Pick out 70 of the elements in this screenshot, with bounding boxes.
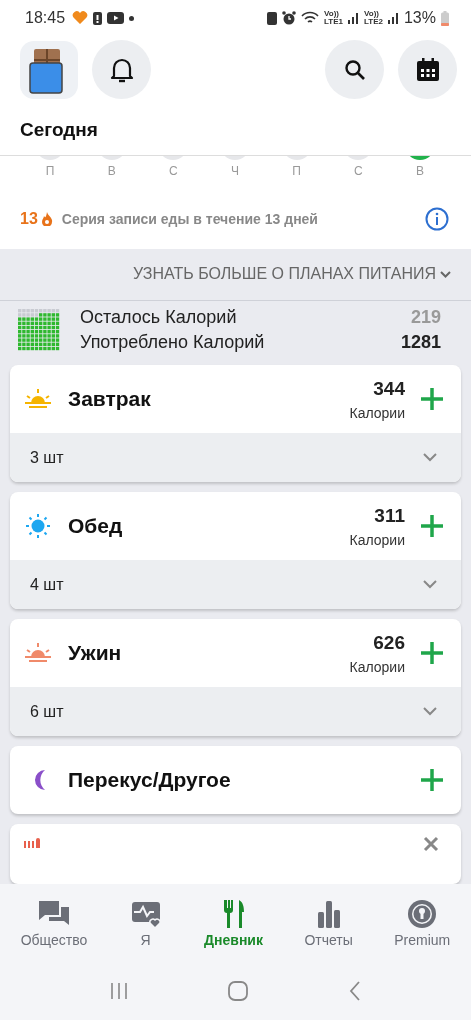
weekday-tab[interactable]: П [266,156,327,189]
recent-apps-icon[interactable] [109,981,130,1001]
status-time: 18:45 [25,9,66,27]
nav-tab[interactable]: Я [128,898,163,948]
weekday-tab[interactable]: В [81,156,142,189]
remaining-value: 219 [410,306,441,328]
chevron-icon [423,580,437,589]
meal-calories: 626 [373,631,405,654]
heart-icon [72,11,89,25]
nav-tab[interactable]: Общество [20,898,88,948]
meal-plans-link[interactable]: УЗНАТЬ БОЛЬШЕ О ПЛАНАХ ПИТАНИЯ [0,249,471,301]
remaining-label: Осталось Калорий [80,306,237,328]
sunrise-icon [24,387,52,411]
battery-level: 13% [403,9,436,27]
flame-icon [40,212,53,226]
sunrise-icon [24,641,52,665]
chevron-icon [423,707,437,716]
calendar-icon [415,57,440,82]
video-icon [107,12,125,24]
caret-icon [440,270,451,278]
plus-icon [420,768,444,792]
plus-icon [420,641,444,665]
calories-unit: Калории [349,531,405,548]
meal-title: Ужин [68,641,122,665]
meal-items-toggle[interactable]: 4 шт [10,560,461,609]
network-label: Vo)) LTE1 [324,10,343,26]
info-icon[interactable] [425,207,449,231]
avatar-icon[interactable] [20,40,78,99]
weekday-tab[interactable]: С [143,156,204,189]
dot-icon [129,15,135,21]
chevron-icon [423,453,437,462]
sim-icon [267,11,278,25]
meal-calories: 311 [374,504,405,527]
battery-icon [441,10,449,26]
plus-icon [420,514,444,538]
nav-tab[interactable]: Отчеты [304,898,353,948]
bell-icon [109,56,134,83]
moon-icon [34,769,46,791]
signal-icon [387,12,399,24]
page-title: Сегодня [20,119,99,141]
meal-title: Перекус/Другое [68,768,231,792]
weekday-tab[interactable]: Ч [204,156,265,189]
nav-tab[interactable]: Premium [394,898,451,948]
meal-items-toggle[interactable]: 6 шт [10,687,461,736]
sun-icon [24,514,52,538]
battery-alert-icon [93,11,103,25]
back-icon[interactable] [347,980,362,1002]
bars-icon [24,836,40,848]
nav-tab[interactable]: Дневник [204,898,263,948]
calories-unit: Калории [349,404,405,421]
alarm-icon [282,11,297,25]
wifi-icon [301,11,320,25]
network-label: Vo)) LTE2 [364,10,383,26]
plus-icon [420,387,444,411]
weekday-tab[interactable]: П [20,156,80,189]
meal-items-toggle[interactable]: 3 шт [10,433,461,482]
streak-text: Серия записи еды в течение 13 дней [61,211,318,227]
consumed-label: Употреблено Калорий [80,331,265,353]
weekday-tab[interactable]: В [389,156,450,189]
meal-title: Обед [68,514,123,538]
home-icon[interactable] [227,980,250,1002]
consumed-value: 1281 [400,331,441,353]
meal-title: Завтрак [68,387,151,411]
close-icon[interactable] [423,836,439,852]
calories-unit: Калории [349,658,405,675]
signal-icon [348,12,359,24]
streak-count: 13 [20,210,38,228]
meal-calories: 344 [373,377,405,400]
weekday-tab[interactable]: С [328,156,389,189]
search-icon [343,58,366,81]
